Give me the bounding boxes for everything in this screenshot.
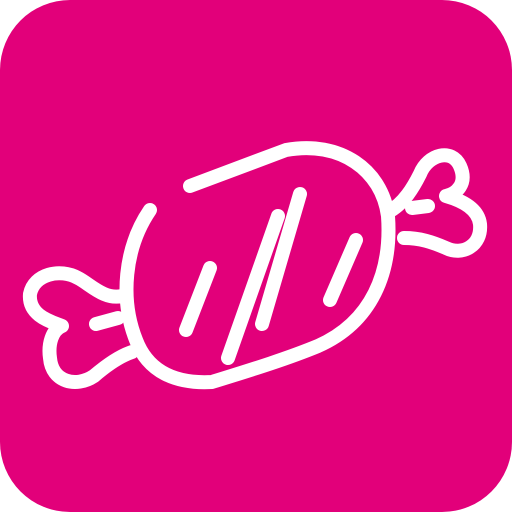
- icon-background: [0, 0, 512, 512]
- candy-app-icon[interactable]: [0, 0, 512, 512]
- candy-wrapper-left-accent: [89, 311, 125, 331]
- candy-wrapper-right-accent: [405, 199, 435, 215]
